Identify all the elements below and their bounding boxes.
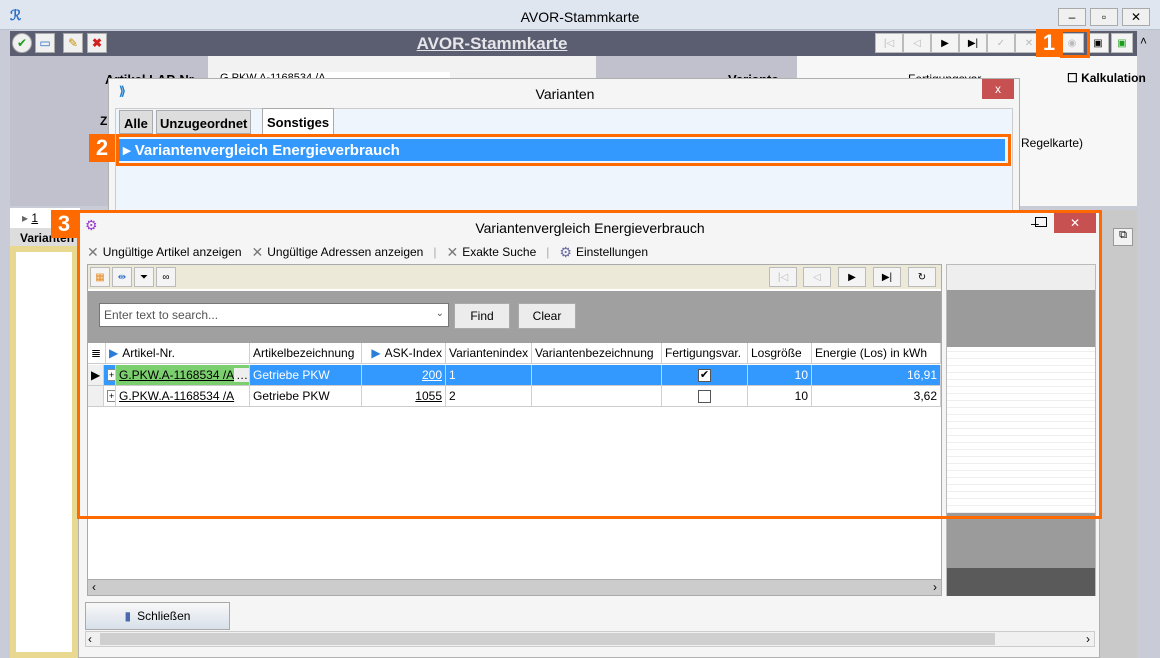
- door-icon: ▮: [124, 609, 132, 623]
- next-record-button[interactable]: ▶: [931, 33, 959, 53]
- close-schliessen-button[interactable]: ▮ Schließen: [85, 602, 230, 630]
- main-toolbar: ✔ ▭ ✎ ✖ AVOR-Stammkarte |◁ ◁ ▶ ▶| ✓ ✕ ◉ …: [10, 31, 1137, 56]
- grid-hscrollbar[interactable]: ‹ ›: [88, 579, 941, 595]
- first-record-button[interactable]: |◁: [875, 33, 903, 53]
- varianten-close-button[interactable]: x: [982, 79, 1014, 99]
- restore-icon[interactable]: ⧉: [1113, 228, 1133, 246]
- last-record-button[interactable]: ▶|: [959, 33, 987, 53]
- kalkulation-checkbox[interactable]: ☐ Kalkulation: [1067, 71, 1146, 85]
- dialog-hscrollbar[interactable]: ‹ ›: [85, 631, 1095, 647]
- main-window-title: AVOR-Stammkarte: [520, 9, 640, 25]
- tab-alle[interactable]: Alle: [119, 110, 153, 134]
- regelkarte-text: Regelkarte): [1021, 136, 1084, 150]
- main-title-bar: ℛ AVOR-Stammkarte – ▫ ✕: [0, 0, 1160, 30]
- annotation-box-1: [1060, 29, 1090, 58]
- annotation-box-2: [116, 134, 1011, 166]
- annotation-label-1: 1: [1036, 29, 1062, 57]
- prev-record-button[interactable]: ◁: [903, 33, 931, 53]
- toolbar-title: AVOR-Stammkarte: [416, 34, 568, 53]
- scroll-up-arrow[interactable]: ˄: [1140, 34, 1147, 48]
- tab-sonstiges[interactable]: Sonstiges: [262, 108, 335, 135]
- varianten-title: Varianten: [535, 86, 595, 102]
- tab-unzugeordnet[interactable]: Unzugeordnet: [156, 110, 252, 134]
- annotation-label-3: 3: [51, 210, 77, 238]
- close-button[interactable]: ✕: [1122, 8, 1150, 26]
- z-label: Z: [100, 114, 108, 128]
- maximize-button[interactable]: ▫: [1090, 8, 1118, 26]
- minimize-button[interactable]: –: [1058, 8, 1086, 26]
- box-export-icon[interactable]: ▣: [1111, 33, 1133, 53]
- annotation-box-3: [77, 210, 1102, 519]
- box-icon[interactable]: ▣: [1087, 33, 1109, 53]
- annotation-label-2: 2: [89, 134, 115, 162]
- confirm-button[interactable]: ✓: [987, 33, 1015, 53]
